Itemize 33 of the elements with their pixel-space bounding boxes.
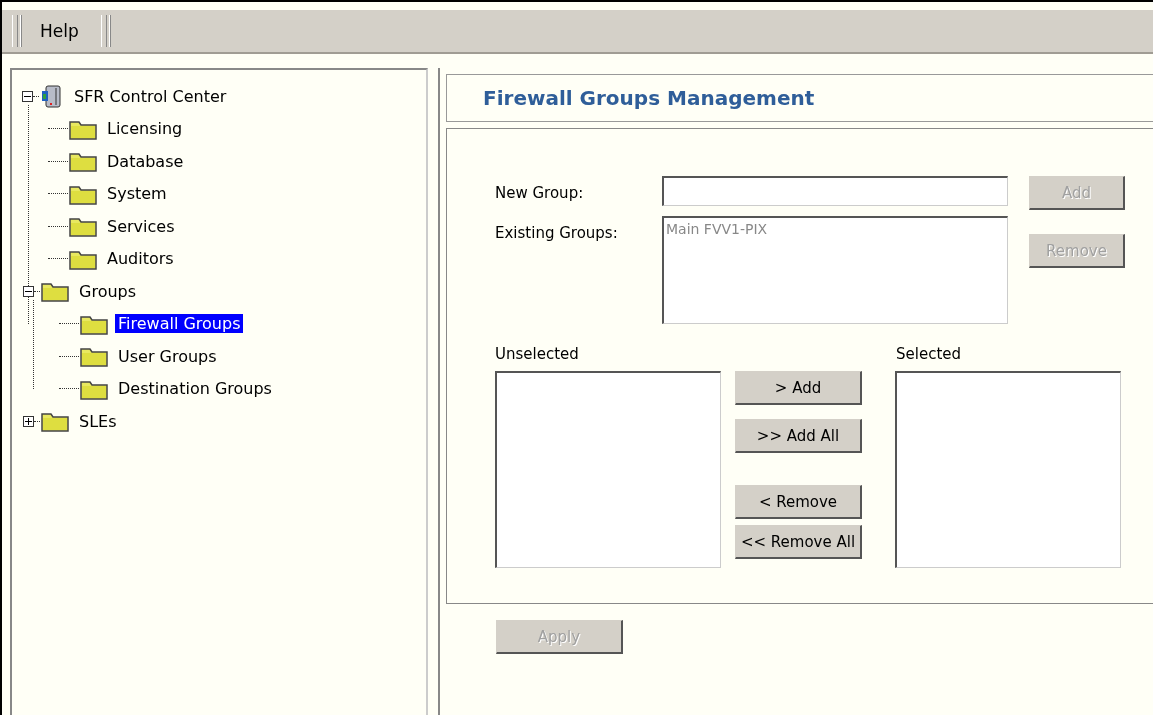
tree-item[interactable]: Auditors [104, 249, 177, 269]
folder-icon [40, 410, 70, 433]
folder-icon [40, 280, 70, 303]
list-item[interactable]: Main FVV1-PIX [666, 221, 1005, 237]
tree-item[interactable]: SFR Control Center [71, 86, 230, 106]
collapse-toggle[interactable] [22, 90, 33, 102]
folder-icon [68, 150, 98, 173]
tree-item[interactable]: Licensing [104, 119, 186, 139]
move-button[interactable]: < Remove [735, 485, 862, 519]
tree-item[interactable]: System [104, 184, 170, 204]
list-label: Unselected [495, 345, 579, 363]
folder-icon [68, 215, 98, 238]
list-label: Selected [896, 345, 962, 363]
tree-item[interactable]: Groups [76, 281, 140, 301]
move-button[interactable]: << Remove All [735, 525, 862, 559]
existing-groups-list[interactable]: Main FVV1-PIX [662, 216, 1008, 324]
plus-icon [25, 417, 32, 425]
field-label: Existing Groups: [495, 224, 618, 242]
field-label: New Group: [495, 184, 584, 202]
expand-toggle[interactable] [23, 415, 34, 427]
tree-item[interactable]: Firewall Groups [115, 314, 244, 334]
tree-item[interactable]: Destination Groups [115, 379, 275, 399]
tree-item[interactable]: User Groups [115, 346, 220, 366]
new-group-field[interactable] [662, 176, 1008, 206]
tree-item[interactable]: Database [104, 151, 187, 171]
tree-item[interactable]: SLEs [76, 411, 120, 431]
move-button[interactable]: > Add [735, 371, 862, 405]
move-button[interactable]: >> Add All [735, 419, 862, 453]
page-title: Firewall Groups Management [483, 86, 815, 110]
menu-item[interactable]: Help [24, 21, 95, 41]
folder-icon [79, 345, 109, 368]
collapse-toggle[interactable] [23, 285, 34, 297]
tree-item[interactable]: Services [104, 216, 178, 236]
